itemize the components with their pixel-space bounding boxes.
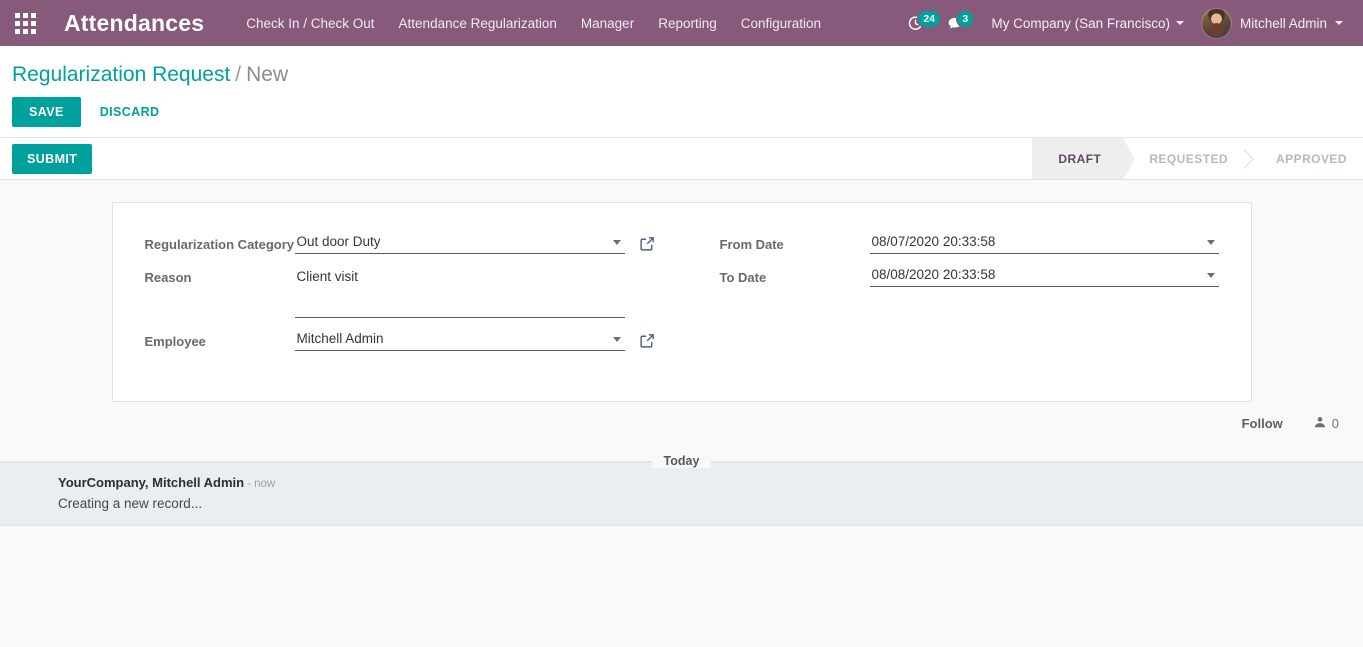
messaging-menu-button[interactable]: 3 [942, 9, 975, 36]
user-menu[interactable]: Mitchell Admin [1197, 5, 1349, 42]
activity-menu-button[interactable]: 24 [903, 9, 942, 36]
menu-item-configuration[interactable]: Configuration [729, 10, 833, 37]
status-pipeline: DRAFT REQUESTED APPROVED [1032, 138, 1363, 181]
employee-label: Employee [144, 334, 206, 350]
chatter-message-body: Creating a new record... [58, 496, 203, 512]
control-panel: Regularization Request / New SAVE DISCARD [0, 46, 1363, 139]
stage-draft[interactable]: DRAFT [1032, 138, 1136, 181]
menu-item-attendance-regularization[interactable]: Attendance Regularization [387, 10, 569, 37]
stage-draft-label: DRAFT [1058, 151, 1102, 166]
control-panel-buttons: SAVE DISCARD [0, 90, 1363, 137]
employee-value [294, 326, 625, 352]
sheet-background: Regularization Category Reason [0, 180, 1363, 403]
stage-requested-label: REQUESTED [1149, 151, 1229, 166]
chatter-topbar: Follow 0 [0, 402, 1363, 447]
reason-textarea[interactable] [294, 262, 625, 319]
follow-button[interactable]: Follow [1238, 414, 1287, 433]
followers-button[interactable]: 0 [1313, 415, 1339, 432]
stage-approved-label: APPROVED [1276, 151, 1347, 166]
navbar-systray: 24 3 My Company (San Francisco) Mitchell… [903, 5, 1349, 42]
avatar [1200, 7, 1232, 39]
chatter-message-header: YourCompany, Mitchell Admin - now [58, 475, 1343, 490]
main-menu: Check In / Check Out Attendance Regulari… [234, 10, 833, 37]
menu-item-reporting[interactable]: Reporting [646, 10, 729, 37]
external-link-icon[interactable] [639, 332, 656, 349]
from-date-input[interactable] [869, 229, 1219, 255]
breadcrumb-root-link[interactable]: Regularization Request [12, 63, 230, 86]
reason-value [294, 262, 625, 319]
user-followers-icon [1313, 415, 1327, 432]
chatter-empty-space [0, 526, 1363, 617]
field-reason: Reason [144, 262, 656, 319]
top-navbar: Attendances Check In / Check Out Attenda… [0, 0, 1363, 46]
company-switcher[interactable]: My Company (San Francisco) [982, 11, 1193, 36]
stage-requested[interactable]: REQUESTED [1123, 138, 1254, 179]
app-brand-title[interactable]: Attendances [64, 10, 204, 37]
chatter-message-author: YourCompany, Mitchell Admin [58, 475, 245, 491]
reason-label: Reason [144, 270, 192, 286]
regularization-category-input[interactable] [294, 229, 625, 255]
regularization-category-value [294, 229, 625, 255]
save-button[interactable]: SAVE [12, 97, 81, 128]
breadcrumb-separator: / [235, 63, 242, 86]
thread-day-label: Today [651, 454, 712, 469]
form-grid: Regularization Category Reason [145, 229, 1219, 359]
discard-button[interactable]: DISCARD [87, 97, 173, 127]
activity-count-badge: 24 [917, 9, 942, 28]
apps-menu-button[interactable] [8, 6, 42, 40]
menu-item-check-in-check-out[interactable]: Check In / Check Out [234, 10, 386, 37]
breadcrumb-current: New [246, 63, 289, 86]
from-date-value [869, 229, 1219, 255]
employee-input[interactable] [294, 326, 625, 352]
form-sheet: Regularization Category Reason [111, 202, 1252, 403]
chatter-message: YourCompany, Mitchell Admin - now Creatin… [0, 462, 1363, 527]
form-column-right: From Date To Date [682, 229, 1219, 359]
external-link-icon[interactable] [639, 235, 656, 252]
thread-day-separator: Today [0, 454, 1363, 469]
company-name: My Company (San Francisco) [991, 15, 1170, 31]
form-column-left: Regularization Category Reason [145, 229, 682, 359]
chevron-down-icon [1175, 21, 1184, 25]
regularization-category-label: Regularization Category [144, 237, 295, 253]
user-name: Mitchell Admin [1239, 15, 1327, 31]
to-date-label: To Date [719, 270, 767, 286]
statusbar-row: SUBMIT DRAFT REQUESTED APPROVED [0, 138, 1363, 181]
to-date-value [869, 262, 1219, 288]
from-date-label: From Date [719, 237, 784, 253]
submit-button[interactable]: SUBMIT [12, 143, 93, 174]
apps-grid-icon [14, 12, 36, 34]
chatter: Follow 0 Today YourCompany, Mitchell Adm… [0, 402, 1363, 617]
field-employee: Employee [144, 326, 656, 352]
chevron-down-icon [1335, 21, 1343, 25]
breadcrumb: Regularization Request / New [0, 56, 1363, 90]
followers-count-value: 0 [1331, 416, 1339, 432]
field-to-date: To Date [719, 262, 1219, 288]
field-from-date: From Date [719, 229, 1219, 255]
menu-item-manager[interactable]: Manager [569, 10, 646, 37]
field-regularization-category: Regularization Category [144, 229, 656, 255]
stage-approved[interactable]: APPROVED [1250, 138, 1355, 179]
to-date-input[interactable] [869, 262, 1219, 288]
messages-count-badge: 3 [956, 9, 975, 28]
chatter-message-timestamp: - now [247, 478, 276, 491]
